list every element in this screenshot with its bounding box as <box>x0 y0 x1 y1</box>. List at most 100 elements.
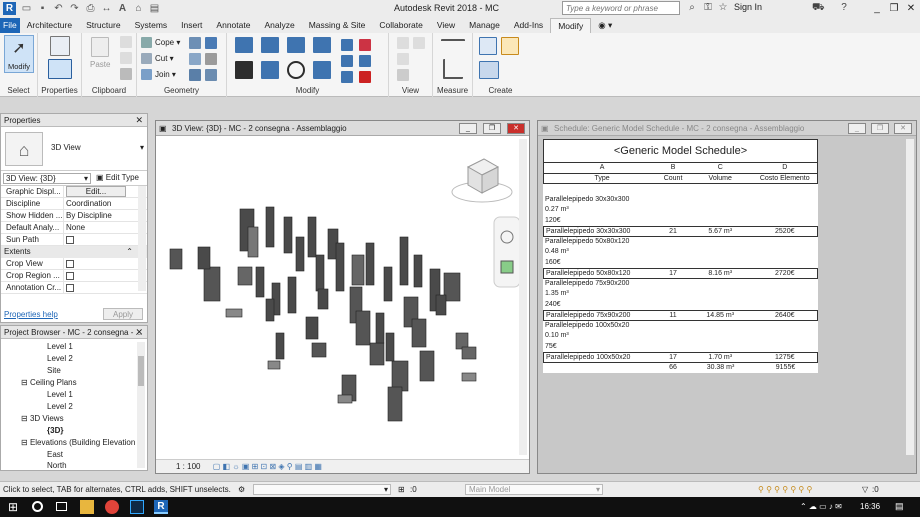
wall-profile-icon[interactable] <box>205 69 217 81</box>
minimize-view-button[interactable]: _ <box>459 123 477 134</box>
filter-icon[interactable]: ⊞ <box>398 482 405 498</box>
open-icon[interactable]: ▭ <box>21 3 32 14</box>
split-face-icon[interactable] <box>205 37 217 49</box>
schedule-subtotal-row[interactable]: Parallelepipedo 30x30x300 21 5.67 m³ 2520€ <box>543 226 818 237</box>
schedule-row[interactable] <box>543 184 818 195</box>
system-tray-icons[interactable]: ⌃ ☁ ▭ ♪ ✉ <box>800 502 842 511</box>
user-icon[interactable] <box>722 2 734 14</box>
measure-icon[interactable]: ↔ <box>101 3 112 14</box>
tree-item-elevations[interactable]: ⊟ Elevations (Building Elevation <box>21 438 135 447</box>
workset-dropdown[interactable]: ▾ <box>253 484 391 495</box>
zoom-icon[interactable] <box>500 260 514 274</box>
binoculars-icon[interactable]: ⌕ <box>686 2 698 14</box>
cut-icon[interactable] <box>120 36 132 48</box>
tab-insert[interactable]: Insert <box>174 18 209 33</box>
linework-icon[interactable] <box>397 53 409 65</box>
override-graphics-icon[interactable] <box>413 37 425 49</box>
collapse-icon[interactable]: ⊟ <box>21 414 28 423</box>
contextual-tab-toggle[interactable]: ◉ ▾ <box>591 18 619 33</box>
tree-item-ceiling-level-1[interactable]: Level 1 <box>47 390 73 399</box>
paint-view-icon[interactable] <box>397 69 409 81</box>
navigation-bar[interactable] <box>493 216 521 288</box>
schedule-row[interactable]: Parallelepipedo 100x50x20 <box>543 321 818 332</box>
tree-item-site[interactable]: Site <box>47 366 61 375</box>
schedule-row[interactable]: 75€ <box>543 342 818 353</box>
copy-element-icon[interactable] <box>261 61 279 79</box>
tree-item-level-1[interactable]: Level 1 <box>47 342 73 351</box>
restore-schedule-button[interactable]: ❐ <box>871 123 889 134</box>
header-count[interactable]: Count <box>658 174 688 184</box>
properties-scrollbar[interactable] <box>138 186 146 291</box>
rotate-icon[interactable] <box>287 61 305 79</box>
scale-icon[interactable] <box>359 55 371 67</box>
create-group-icon[interactable] <box>479 61 499 79</box>
tree-item-level-2[interactable]: Level 2 <box>47 354 73 363</box>
delete-icon[interactable] <box>359 71 371 83</box>
paste-icon[interactable] <box>91 37 109 57</box>
tab-massing-site[interactable]: Massing & Site <box>302 18 373 33</box>
create-assembly-icon[interactable] <box>479 37 497 55</box>
selection-toggle-icons[interactable]: ⚲ ⚲ ⚲ ⚲ ⚲ ⚲ ⚲ <box>758 482 812 498</box>
close-icon[interactable]: ✕ <box>135 326 143 339</box>
tab-add-ins[interactable]: Add-Ins <box>507 18 550 33</box>
tab-structure[interactable]: Structure <box>79 18 128 33</box>
edit-graphic-display-button[interactable]: Edit... <box>66 186 126 197</box>
windows-start-icon[interactable]: ⊞ <box>8 500 22 514</box>
search-input[interactable] <box>562 1 680 15</box>
pin-icon[interactable] <box>341 71 353 83</box>
file-explorer-icon[interactable] <box>80 500 94 514</box>
collapse-icon[interactable]: ⌃ <box>126 246 133 258</box>
header-type[interactable]: Type <box>544 174 658 184</box>
3d-model-canvas[interactable] <box>156 137 529 461</box>
mirror-draw-icon[interactable] <box>313 37 331 53</box>
tab-systems[interactable]: Systems <box>128 18 175 33</box>
tree-item-ceiling-plans[interactable]: ⊟ Ceiling Plans <box>21 378 77 387</box>
schedule-row[interactable]: Parallelepipedo 30x30x300 <box>543 195 818 206</box>
properties-icon[interactable] <box>48 59 72 79</box>
view-control-icons[interactable]: ▢ ◧ ☼ ▣ ⊞ ⊡ ⊠ ◈ ⚲ ▤ ▥ ▦ <box>213 462 322 471</box>
select-group-label[interactable]: Select <box>0 86 37 95</box>
demolish-icon[interactable] <box>189 69 201 81</box>
schedule-row[interactable]: 0.48 m³ <box>543 247 818 258</box>
close-schedule-button[interactable]: ✕ <box>894 123 912 134</box>
schedule-row[interactable]: Parallelepipedo 75x90x200 <box>543 279 818 290</box>
crop-region-visible-checkbox[interactable] <box>66 272 74 281</box>
edit-type-button[interactable]: ▣ Edit Type <box>96 173 139 182</box>
task-view-icon[interactable] <box>56 502 67 511</box>
3d-view-icon[interactable]: ⌂ <box>133 3 144 14</box>
schedule-row[interactable]: 160€ <box>543 258 818 269</box>
type-properties-icon[interactable] <box>50 36 70 56</box>
cart-icon[interactable]: ⛟ <box>812 2 825 14</box>
header-volume[interactable]: Volume <box>688 174 753 184</box>
wall-joins-icon[interactable] <box>189 37 201 49</box>
apply-button[interactable]: Apply <box>103 308 143 320</box>
tree-item-north[interactable]: North <box>47 461 67 470</box>
tree-item-3d-views[interactable]: ⊟ 3D Views <box>21 414 64 423</box>
photoshop-icon[interactable] <box>130 500 144 514</box>
sign-in-link[interactable]: Sign In <box>734 2 762 12</box>
mirror-axis-icon[interactable] <box>287 37 305 53</box>
scrollbar-thumb[interactable] <box>138 356 144 386</box>
view-vertical-scrollbar[interactable] <box>519 139 527 455</box>
header-costo-elemento[interactable]: Costo Elemento <box>752 174 817 184</box>
join-button[interactable]: Join ▾ <box>141 69 176 80</box>
revit-taskbar-icon[interactable]: R <box>154 500 168 514</box>
text-icon[interactable]: A <box>117 3 128 14</box>
switch-windows-icon[interactable]: ▤ <box>149 3 160 14</box>
cortana-search-icon[interactable] <box>32 501 43 512</box>
remove-paint-icon[interactable] <box>205 53 217 65</box>
modify-button[interactable]: ➚ Modify <box>4 35 34 73</box>
save-icon[interactable]: ▪ <box>37 3 48 14</box>
cope-button[interactable]: Cope ▾ <box>141 37 180 48</box>
schedule-subtotal-row[interactable]: Parallelepipedo 75x90x200 11 14.85 m³ 2640€ <box>543 310 818 321</box>
model-elements[interactable] <box>169 206 477 422</box>
tab-file[interactable]: File <box>0 18 20 33</box>
type-dropdown-icon[interactable]: ▾ <box>140 143 144 152</box>
undo-icon[interactable]: ↶ <box>53 3 64 14</box>
schedule-row[interactable]: 0.10 m³ <box>543 331 818 342</box>
chrome-icon[interactable] <box>105 500 119 514</box>
revit-logo-icon[interactable]: R <box>3 2 16 15</box>
hide-in-view-icon[interactable] <box>397 37 409 49</box>
type-selector[interactable]: ⌂ 3D View ▾ <box>1 127 147 171</box>
print-icon[interactable]: ⎙ <box>85 3 96 14</box>
